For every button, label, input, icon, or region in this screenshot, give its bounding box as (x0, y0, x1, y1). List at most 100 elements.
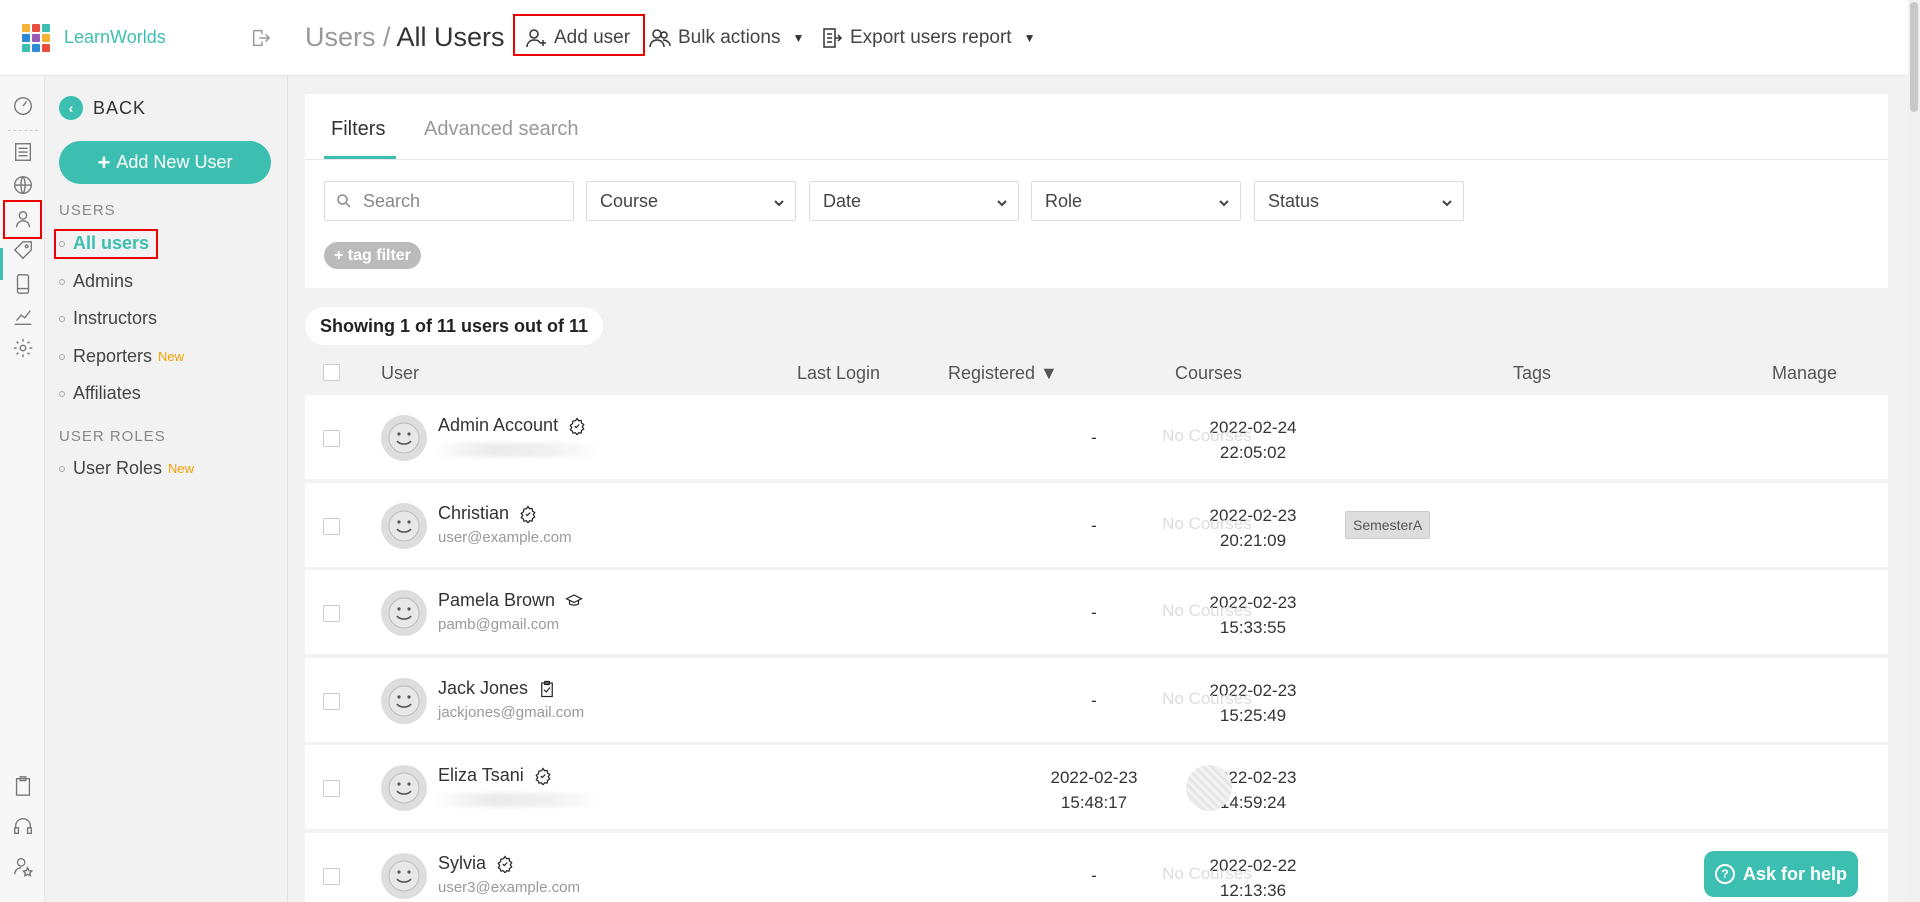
tag-filter-button[interactable]: + tag filter (324, 242, 421, 269)
tag-icon[interactable] (11, 238, 35, 262)
back-button[interactable]: ‹ BACK (59, 96, 146, 120)
new-badge: New (168, 461, 195, 476)
table-row[interactable]: Pamela Brown pamb@gmail.com -2022-02-23 15:… (305, 570, 1888, 654)
column-registered[interactable]: Registered ▼ (948, 363, 1058, 384)
settings-gear-icon[interactable] (11, 336, 35, 360)
last-login: - (1091, 866, 1097, 885)
user-email: pamb@gmail.com (438, 616, 560, 633)
admin-gear-icon (496, 854, 514, 874)
search-field[interactable] (324, 181, 574, 221)
top-bar: Users / All Users Add user Bulk actions ▼… (288, 0, 1908, 76)
date-select[interactable]: Date (809, 181, 1019, 221)
smiley-avatar-icon (388, 597, 420, 629)
graduation-cap-icon (565, 592, 583, 610)
courses-empty: No Courses (1162, 601, 1252, 620)
column-last-login: Last Login (797, 363, 881, 383)
user-roles-section-title: USER ROLES (59, 428, 166, 445)
sidebar-item-instructors[interactable]: Instructors (59, 308, 157, 329)
row-checkbox[interactable] (323, 518, 340, 535)
add-new-user-label: Add New User (116, 152, 233, 172)
row-checkbox[interactable] (323, 780, 340, 797)
question-icon: ? (1714, 864, 1735, 884)
courses-icon[interactable] (11, 140, 35, 164)
logout-icon[interactable] (250, 27, 272, 49)
users-sidebar: ‹ BACK + Add New User USERS All users Ad… (45, 76, 288, 902)
website-globe-icon[interactable] (11, 173, 35, 197)
support-headset-icon[interactable] (11, 814, 35, 838)
smiley-avatar-icon (388, 860, 420, 892)
mobile-app-icon[interactable] (11, 272, 35, 296)
icon-rail (0, 76, 45, 902)
user-email: jackjones@gmail.com (438, 704, 585, 721)
user-email: user3@example.com (438, 879, 580, 896)
user-name[interactable]: Sylvia (438, 853, 514, 874)
tab-filters[interactable]: Filters (331, 118, 385, 141)
avatar[interactable] (381, 678, 427, 724)
add-new-user-button[interactable]: + Add New User (59, 141, 271, 184)
brand-name: LearnWorlds (64, 27, 166, 47)
page-scrollbar[interactable] (1908, 0, 1920, 902)
table-row[interactable]: Christian user@example.com -2022-02-23 20:2… (305, 483, 1888, 567)
brand-header: LearnWorlds (0, 0, 288, 76)
table-row[interactable]: Eliza Tsani 2022-02-23 15:48:17 2022-02-23 1… (305, 745, 1888, 829)
column-user: User (381, 363, 420, 383)
row-checkbox[interactable] (323, 605, 340, 622)
sidebar-item-user-roles[interactable]: User Roles New (59, 458, 194, 479)
sidebar-item-reporters[interactable]: Reporters New (59, 346, 184, 367)
last-login: - (1091, 428, 1097, 447)
avatar[interactable] (381, 853, 427, 899)
users-icon[interactable] (11, 207, 35, 231)
avatar[interactable] (381, 590, 427, 636)
user-name[interactable]: Christian (438, 503, 537, 524)
admin-gear-icon (534, 766, 552, 786)
table-row[interactable]: Jack Jones jackjones@gmail.com -2022-02-23… (305, 658, 1888, 742)
row-checkbox[interactable] (323, 868, 340, 885)
select-all-checkbox[interactable] (323, 364, 340, 381)
analytics-icon[interactable] (11, 304, 35, 328)
sidebar-item-all-users[interactable]: All users (59, 233, 149, 254)
user-name[interactable]: Pamela Brown (438, 590, 583, 611)
avatar[interactable] (381, 765, 427, 811)
filters-panel: Filters Advanced search Course Date Role… (305, 94, 1888, 288)
ask-for-help-button[interactable]: ? Ask for help (1704, 851, 1858, 897)
course-select[interactable]: Course (586, 181, 796, 221)
export-report-icon (823, 28, 843, 48)
sidebar-item-admins[interactable]: Admins (59, 271, 133, 292)
user-name[interactable]: Jack Jones (438, 678, 556, 699)
bulk-users-icon (649, 29, 671, 48)
user-name[interactable]: Admin Account (438, 415, 586, 436)
last-login: - (1091, 603, 1097, 622)
chevron-left-icon: ‹ (59, 96, 83, 120)
bulk-actions-dropdown[interactable]: Bulk actions ▼ (648, 26, 804, 50)
filter-tabs: Filters Advanced search (305, 94, 1888, 160)
table-row[interactable]: Admin Account -2022-02-24 22:05:02 No Cours… (305, 395, 1888, 479)
user-email: user@example.com (438, 529, 572, 546)
courses-empty: No Courses (1162, 864, 1252, 883)
avatar[interactable] (381, 503, 427, 549)
clipboard-icon[interactable] (11, 774, 35, 798)
role-select[interactable]: Role (1031, 181, 1241, 221)
search-input[interactable] (363, 190, 563, 212)
breadcrumb-parent[interactable]: Users (305, 22, 376, 52)
learnworlds-logo-icon (22, 24, 52, 54)
breadcrumb: Users / All Users (305, 22, 505, 52)
blurred-email (438, 793, 598, 807)
avatar[interactable] (381, 415, 427, 461)
admin-gear-icon (568, 416, 586, 436)
add-user-button[interactable]: Add user (524, 26, 630, 50)
tab-advanced-search[interactable]: Advanced search (424, 118, 579, 141)
sidebar-item-affiliates[interactable]: Affiliates (59, 383, 141, 404)
status-select[interactable]: Status (1254, 181, 1464, 221)
last-login: - (1091, 516, 1097, 535)
user-name[interactable]: Eliza Tsani (438, 765, 552, 786)
admin-gear-icon (519, 504, 537, 524)
table-row[interactable]: Sylvia user3@example.com -2022-02-22 12:13:… (305, 833, 1888, 902)
course-thumbnail[interactable] (1186, 765, 1232, 811)
last-login: - (1091, 691, 1097, 710)
export-users-report-dropdown[interactable]: Export users report ▼ (820, 26, 1035, 50)
row-checkbox[interactable] (323, 693, 340, 710)
row-checkbox[interactable] (323, 430, 340, 447)
chevron-down-icon (996, 193, 1008, 207)
user-star-icon[interactable] (11, 854, 35, 878)
dashboard-icon[interactable] (11, 94, 35, 118)
